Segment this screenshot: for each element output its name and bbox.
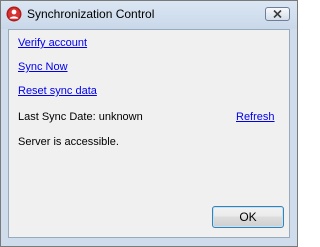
sync-control-dialog: Synchronization Control Verify account S…	[0, 0, 298, 247]
last-sync-date-label: Last Sync Date: unknown	[18, 111, 143, 123]
ok-button[interactable]: OK	[212, 206, 284, 228]
close-icon	[273, 10, 282, 18]
refresh-link[interactable]: Refresh	[236, 111, 275, 123]
close-button[interactable]	[265, 7, 290, 21]
sync-now-link[interactable]: Sync Now	[18, 61, 68, 73]
server-status-label: Server is accessible.	[18, 136, 119, 148]
sync-app-icon	[6, 6, 22, 22]
dialog-content: Verify account Sync Now Reset sync data …	[8, 29, 290, 238]
title-bar[interactable]: Synchronization Control	[1, 1, 297, 29]
reset-sync-data-link[interactable]: Reset sync data	[18, 85, 97, 97]
window-title: Synchronization Control	[27, 7, 155, 21]
verify-account-link[interactable]: Verify account	[18, 37, 87, 49]
